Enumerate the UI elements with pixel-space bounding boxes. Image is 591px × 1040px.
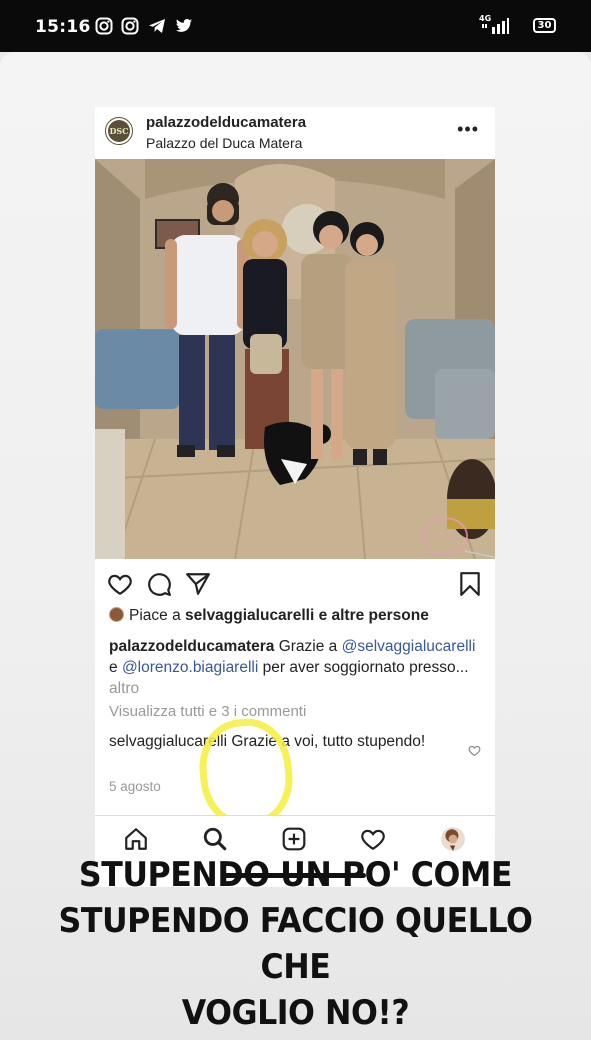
telegram-icon xyxy=(149,19,165,33)
status-time: 15:16 xyxy=(35,17,91,37)
instagram-icon xyxy=(121,17,139,35)
post-username[interactable]: palazzodelducamatera xyxy=(146,114,306,131)
more-options-icon[interactable]: ••• xyxy=(457,119,479,140)
likes-line: Piace a selvaggialucarelli e altre perso… xyxy=(109,607,429,625)
caption-text-2: per aver soggiornato presso... xyxy=(262,659,469,676)
story-text-line-2: STUPENDO FACCIO QUELLO CHE xyxy=(58,901,533,987)
comment-like-icon[interactable] xyxy=(468,744,481,757)
caption-mention-1[interactable]: @selvaggialucarelli xyxy=(342,638,476,655)
instagram-icon xyxy=(95,17,113,35)
story-text-line-3: VOGLIO NO!? xyxy=(181,993,410,1033)
likes-user[interactable]: selvaggialucarelli xyxy=(185,607,314,624)
caption-mention-2[interactable]: @lorenzo.biagiarelli xyxy=(122,659,258,676)
heart-icon[interactable] xyxy=(107,571,133,597)
post-photo[interactable] xyxy=(95,159,495,559)
account-avatar[interactable]: DSC xyxy=(105,117,133,145)
new-post-icon[interactable] xyxy=(281,826,307,852)
instagram-post-card: DSC palazzodelducamatera Palazzo del Duc… xyxy=(95,107,495,887)
activity-heart-icon[interactable] xyxy=(360,826,386,852)
likes-prefix: Piace a xyxy=(129,607,181,624)
post-date: 5 agosto xyxy=(109,779,161,794)
avatar-logo-text: DSC xyxy=(108,120,130,142)
view-all-comments-link[interactable]: Visualizza tutti e 3 i commenti xyxy=(109,703,306,720)
liker-avatar[interactable] xyxy=(109,607,124,622)
share-icon[interactable] xyxy=(185,571,211,597)
post-location[interactable]: Palazzo del Duca Matera xyxy=(146,135,302,151)
twitter-icon xyxy=(176,19,192,32)
caption-more-link[interactable]: altro xyxy=(109,680,139,697)
likes-suffix[interactable]: e altre persone xyxy=(319,607,429,624)
status-bar: 15:16 4G 30 xyxy=(0,0,591,52)
watermark-logo xyxy=(422,517,495,559)
caption-and: e xyxy=(109,659,118,676)
bookmark-icon[interactable] xyxy=(457,571,483,597)
post-actions xyxy=(95,565,495,601)
story-text-line-1: STUPENDO UN PO' COME xyxy=(78,855,513,895)
signal-icon: 4G xyxy=(479,14,509,40)
story-background: DSC palazzodelducamatera Palazzo del Duc… xyxy=(0,52,591,1040)
caption-text-1: Grazie a xyxy=(278,638,338,655)
battery-icon: 30 xyxy=(533,18,556,33)
home-icon[interactable] xyxy=(123,826,149,852)
caption-username[interactable]: palazzodelducamatera xyxy=(109,638,274,655)
network-type: 4G xyxy=(479,14,492,23)
search-icon[interactable] xyxy=(202,826,228,852)
post-header: DSC palazzodelducamatera Palazzo del Duc… xyxy=(95,107,495,157)
story-text-caption: STUPENDO UN PO' COME STUPENDO FACCIO QUE… xyxy=(21,852,571,1036)
comment-icon[interactable] xyxy=(146,571,172,597)
profile-avatar-icon[interactable] xyxy=(440,826,466,852)
post-caption: palazzodelducamatera Grazie a @selvaggia… xyxy=(109,636,484,699)
